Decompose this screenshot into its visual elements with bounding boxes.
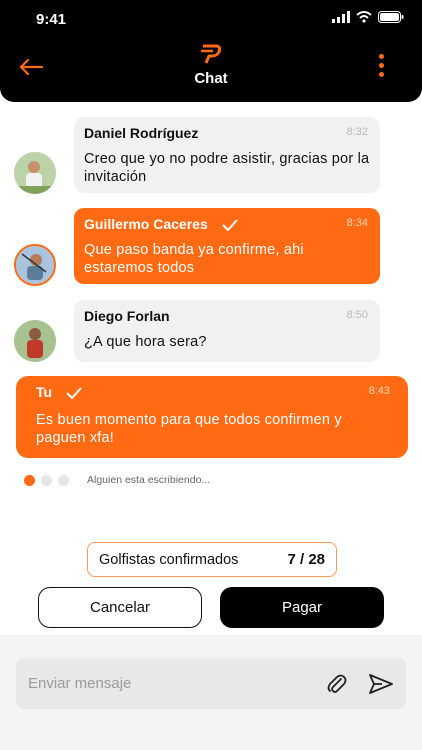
confirmed-golfers-counter: Golfistas confirmados 7 / 28 — [87, 542, 337, 577]
check-icon — [221, 219, 238, 232]
check-icon — [66, 387, 82, 400]
attachment-icon[interactable] — [324, 672, 348, 696]
typing-dot — [58, 474, 69, 486]
message-author-row: Guillermo Caceres — [84, 216, 370, 232]
message-text: Es buen momento para que todos confirmen… — [36, 412, 342, 446]
typing-indicator: Alguien esta escribiendo... — [24, 474, 210, 486]
cancel-button[interactable]: Cancelar — [38, 587, 202, 628]
avatar[interactable] — [14, 152, 56, 194]
message-author: Tu — [36, 384, 53, 400]
app-header: 9:41 Chat — [0, 0, 422, 102]
message-author: Guillermo Caceres — [84, 216, 208, 232]
typing-dot — [41, 474, 52, 486]
message-time: 8:50 — [346, 309, 368, 321]
pay-button[interactable]: Pagar — [220, 587, 384, 628]
page-title: Chat — [194, 70, 228, 87]
message-bubble: Guillermo Caceres 8:34 Que paso banda ya… — [74, 208, 380, 284]
message-composer — [16, 658, 406, 709]
message-text: Creo que yo no podre asistir, gracias po… — [84, 151, 370, 185]
message-author: Diego Forlan — [84, 308, 170, 324]
status-icons — [332, 11, 404, 23]
message-time: 8:34 — [346, 217, 368, 229]
message-time: 8:32 — [346, 126, 368, 138]
message-author-row: Tu — [36, 384, 388, 400]
message-input[interactable] — [28, 672, 308, 694]
app-logo-icon — [201, 44, 222, 64]
message-time: 8:43 — [368, 385, 390, 397]
avatar[interactable] — [14, 244, 56, 286]
message-bubble: Daniel Rodríguez 8:32 Creo que yo no pod… — [74, 117, 380, 193]
more-options-icon[interactable] — [376, 54, 386, 80]
signal-icon — [332, 11, 350, 23]
wifi-icon — [356, 11, 372, 23]
send-icon[interactable] — [368, 672, 394, 696]
status-time: 9:41 — [36, 11, 67, 28]
message-bubble: Diego Forlan 8:50 ¿A que hora sera? — [74, 300, 380, 362]
battery-icon — [378, 11, 404, 23]
typing-dot — [24, 474, 35, 486]
typing-text: Alguien esta escribiendo... — [87, 474, 211, 486]
confirmed-label: Golfistas confirmados — [99, 551, 239, 568]
message-text: ¿A que hora sera? — [84, 334, 207, 350]
confirmed-count: 7 / 28 — [287, 551, 325, 568]
own-message-bubble: Tu 8:43 Es buen momento para que todos c… — [16, 376, 408, 458]
message-author: Daniel Rodríguez — [84, 125, 199, 141]
message-text: Que paso banda ya confirme, ahi estaremo… — [84, 242, 304, 276]
avatar[interactable] — [14, 320, 56, 362]
